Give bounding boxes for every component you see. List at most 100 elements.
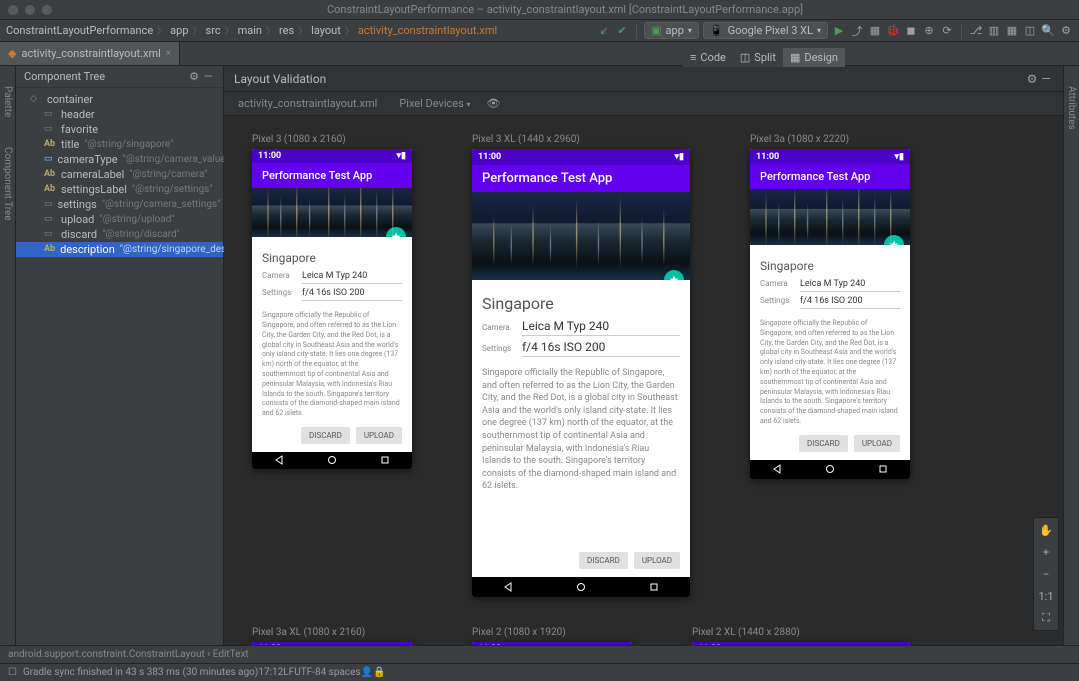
upload-button[interactable]: Upload — [634, 552, 680, 569]
close-tab-icon[interactable]: × — [166, 48, 171, 59]
zoom-fit-icon[interactable]: 1:1 — [1036, 586, 1056, 606]
file-chip[interactable]: activity_constraintlayout.xml — [232, 95, 383, 112]
inspection-icon[interactable]: 👤 — [361, 667, 373, 678]
avd-manager-icon[interactable]: ▥ — [987, 24, 1001, 38]
tab-design[interactable]: ▦Design — [783, 48, 845, 67]
device-preview[interactable]: Pixel 2 (1080 x 1920) 11:00 ▾ ▮ Performa… — [472, 627, 632, 645]
camera-value[interactable]: Leica M Typ 240 — [800, 279, 900, 292]
profile-icon[interactable]: ▦ — [868, 24, 882, 38]
close-traffic-light[interactable] — [8, 5, 18, 15]
breadcrumb-item[interactable]: src — [206, 24, 221, 37]
upload-button[interactable]: Upload — [854, 435, 900, 452]
camera-value[interactable]: Leica M Typ 240 — [302, 271, 402, 284]
run-icon[interactable]: ▶ — [832, 24, 846, 38]
breadcrumb-item[interactable]: ConstraintLayoutPerformance — [6, 24, 153, 37]
search-icon[interactable]: 🔍 — [1041, 24, 1055, 38]
run-config-dropdown[interactable]: ▣ app ▾ — [644, 22, 699, 39]
back-icon[interactable] — [503, 582, 513, 592]
tree-root[interactable]: ◇ container — [16, 92, 223, 107]
camera-value[interactable]: Leica M Typ 240 — [522, 319, 680, 336]
recents-icon[interactable] — [649, 582, 659, 592]
more-icon[interactable]: ⟳ — [940, 24, 954, 38]
tree-item-settings[interactable]: ▭ settings "@string/camera_settings" — [16, 197, 223, 212]
component-tree-tool-tab[interactable]: Component Tree — [2, 147, 13, 221]
lock-icon[interactable]: 🔒 — [373, 667, 385, 678]
text-icon: Ab — [44, 184, 56, 196]
sync-status: Gradle sync finished in 43 s 383 ms (30 … — [23, 667, 258, 678]
hide-icon[interactable]: — — [1039, 72, 1053, 86]
tree-item-cameraType[interactable]: ▭ cameraType "@string/camera_value" — [16, 152, 223, 167]
back-icon[interactable] — [772, 464, 782, 474]
zoom-out-icon[interactable]: − — [1036, 564, 1056, 584]
coverage-icon[interactable]: ⊕ — [922, 24, 936, 38]
tree-item-name: discard — [61, 228, 97, 241]
settings-value[interactable]: f/4 16s ISO 200 — [522, 340, 680, 357]
breadcrumb-item[interactable]: res — [279, 24, 294, 37]
tree-item-cameraLabel[interactable]: Ab cameraLabel "@string/camera" — [16, 167, 223, 182]
line-sep[interactable]: LF — [283, 667, 294, 678]
recents-icon[interactable] — [380, 455, 390, 465]
discard-button[interactable]: Discard — [579, 552, 628, 569]
build-hammer-icon[interactable]: ✔ — [615, 24, 629, 38]
gear-icon[interactable]: ⚙ — [187, 70, 201, 84]
tree-item-settingsLabel[interactable]: Ab settingsLabel "@string/settings" — [16, 182, 223, 197]
selection-breadcrumb[interactable]: android.support.constraint.ConstraintLay… — [8, 649, 249, 660]
tab-split[interactable]: ◫Split — [733, 48, 783, 67]
file-encoding[interactable]: UTF-8 — [294, 667, 320, 678]
tree-item-upload[interactable]: ▭ upload "@string/upload" — [16, 212, 223, 227]
sync-icon[interactable]: ↙ — [597, 24, 611, 38]
minimize-traffic-light[interactable] — [25, 5, 35, 15]
git-icon[interactable]: ⎇ — [969, 24, 983, 38]
attributes-tool-tab[interactable]: Attributes — [1066, 86, 1077, 130]
discard-button[interactable]: Discard — [799, 435, 848, 452]
palette-tool-tab[interactable]: Palette — [2, 86, 13, 117]
back-icon[interactable] — [274, 455, 284, 465]
breadcrumb-item[interactable]: layout — [311, 24, 341, 37]
zoom-traffic-light[interactable] — [42, 5, 52, 15]
settings-value[interactable]: f/4 16s ISO 200 — [302, 288, 402, 301]
attach-debugger-icon[interactable]: 🐞 — [886, 24, 900, 38]
device-preview[interactable]: Pixel 3 XL (1440 x 2960) 11:00 ▾ ▮ Perfo… — [472, 134, 690, 597]
breadcrumb-item[interactable]: activity_constraintlayout.xml — [358, 24, 497, 37]
indent-status[interactable]: 4 spaces — [321, 667, 361, 678]
device-preview[interactable]: Pixel 3a XL (1080 x 2160) 11:00 ▾ ▮ Perf… — [252, 627, 412, 645]
view-options-icon[interactable]: 👁 — [487, 97, 501, 111]
discard-button[interactable]: Discard — [301, 427, 350, 444]
home-icon[interactable] — [825, 464, 835, 474]
debug-icon[interactable]: ⤴ — [850, 24, 864, 38]
breadcrumb-item[interactable]: app — [170, 24, 188, 37]
layout-inspector-icon[interactable]: ◫ — [1023, 24, 1037, 38]
tree-item-favorite[interactable]: ▭ favorite — [16, 122, 223, 137]
breadcrumb-item[interactable]: main — [238, 24, 262, 37]
gear-icon[interactable]: ⚙ — [1025, 72, 1039, 86]
layout-validation-panel: Layout Validation ⚙ — activity_constrain… — [224, 66, 1063, 645]
favorite-fab[interactable]: ★ — [664, 270, 684, 280]
favorite-fab[interactable]: ★ — [386, 227, 406, 237]
tab-code[interactable]: ≡Code — [683, 48, 733, 67]
favorite-fab[interactable]: ★ — [884, 235, 904, 245]
tree-item-header[interactable]: ▭ header — [16, 107, 223, 122]
upload-button[interactable]: Upload — [356, 427, 402, 444]
recents-icon[interactable] — [878, 464, 888, 474]
tree-item-description[interactable]: Ab description "@string/singapore_descri… — [16, 242, 223, 257]
stop-icon[interactable]: ◼ — [904, 24, 918, 38]
device-group-dropdown[interactable]: Pixel Devices ▾ — [393, 95, 476, 112]
settings-icon[interactable]: ⚙ — [1059, 24, 1073, 38]
home-icon[interactable] — [327, 455, 337, 465]
caret-position[interactable]: 17:12 — [258, 667, 283, 678]
device-selector-dropdown[interactable]: 📱 Google Pixel 3 XL ▾ — [703, 22, 828, 39]
hide-icon[interactable]: — — [201, 70, 215, 84]
sdk-manager-icon[interactable]: ▦ — [1005, 24, 1019, 38]
file-tab[interactable]: ◆ activity_constraintlayout.xml × — [0, 42, 180, 65]
settings-value[interactable]: f/4 16s ISO 200 — [800, 296, 900, 309]
pan-tool-icon[interactable]: ✋ — [1036, 520, 1056, 540]
zoom-in-icon[interactable]: + — [1036, 542, 1056, 562]
tree-item-discard[interactable]: ▭ discard "@string/discard" — [16, 227, 223, 242]
device-preview[interactable]: Pixel 2 XL (1440 x 2880) 11:00 ▾ ▮ Perfo… — [692, 627, 910, 645]
tree-item-title[interactable]: Ab title "@string/singapore" — [16, 137, 223, 152]
zoom-reset-icon[interactable]: ⛶ — [1036, 608, 1056, 628]
home-icon[interactable] — [576, 582, 586, 592]
device-preview[interactable]: Pixel 3 (1080 x 2160) 11:00 ▾ ▮ Performa… — [252, 134, 412, 597]
preview-canvas[interactable]: Pixel 3 (1080 x 2160) 11:00 ▾ ▮ Performa… — [224, 116, 1063, 645]
device-preview[interactable]: Pixel 3a (1080 x 2220) 11:00 ▾ ▮ Perform… — [750, 134, 910, 597]
